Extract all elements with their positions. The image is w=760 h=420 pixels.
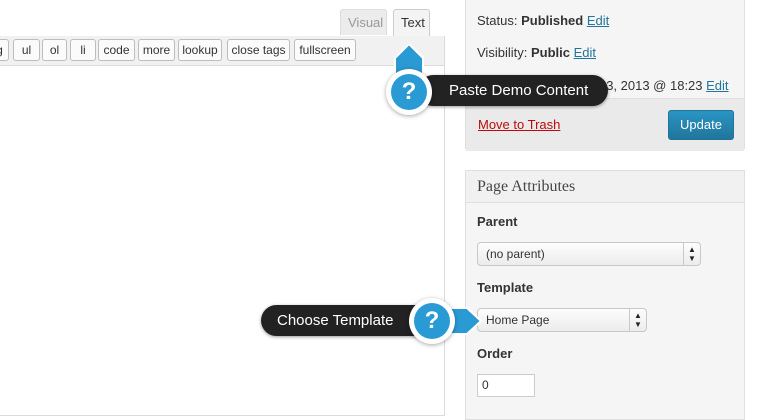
select-arrows-icon: ▲ ▼ — [629, 309, 646, 331]
order-input[interactable]: 0 — [477, 374, 535, 397]
edit-visibility-link[interactable]: Edit — [574, 45, 596, 60]
select-arrows-icon: ▲ ▼ — [683, 243, 700, 265]
update-button[interactable]: Update — [668, 110, 734, 140]
template-label: Template — [477, 280, 534, 295]
quicktag-lookup-button[interactable]: lookup — [178, 39, 222, 61]
tab-visual[interactable]: Visual — [340, 9, 387, 35]
quicktag-ul-button[interactable]: ul — [13, 39, 40, 61]
status-label: Status: — [477, 13, 518, 28]
template-select-value: Home Page — [486, 313, 550, 327]
paste-demo-label: Paste Demo Content — [449, 82, 589, 99]
edit-date-link[interactable]: Edit — [706, 78, 728, 93]
page-attributes-box: Page Attributes Parent (no parent) ▲ ▼ Te… — [465, 170, 745, 420]
question-mark-icon: ? — [414, 303, 450, 339]
template-select[interactable]: Home Page ▲ ▼ — [477, 308, 647, 332]
status-value: Published — [521, 13, 584, 28]
page-attributes-title: Page Attributes — [466, 171, 744, 203]
paste-demo-tooltip[interactable]: Paste Demo Content — [418, 75, 608, 106]
choose-template-label: Choose Template — [277, 312, 394, 329]
visibility-label: Visibility: — [477, 45, 528, 60]
edit-status-link[interactable]: Edit — [587, 13, 609, 28]
quicktag-ol-button[interactable]: ol — [42, 39, 67, 61]
quicktags-toolbar: g ul ol li code more lookup close tags f… — [0, 36, 444, 66]
help-icon[interactable]: ? — [409, 298, 455, 344]
editor-content-area[interactable] — [0, 36, 445, 416]
parent-select[interactable]: (no parent) ▲ ▼ — [477, 242, 701, 266]
status-row: Status: Published Edit — [477, 13, 609, 28]
visibility-value: Public — [530, 45, 570, 60]
visibility-row: Visibility: Public Edit — [477, 45, 596, 60]
parent-select-value: (no parent) — [486, 247, 545, 261]
question-mark-icon: ? — [391, 74, 427, 110]
quicktag-li-button[interactable]: li — [70, 39, 96, 61]
tab-text[interactable]: Text — [393, 9, 430, 37]
order-label: Order — [477, 346, 513, 361]
help-icon[interactable]: ? — [386, 69, 432, 115]
quicktag-more-button[interactable]: more — [138, 39, 175, 61]
quicktag-code-button[interactable]: code — [98, 39, 135, 61]
quicktag-fullscreen-button[interactable]: fullscreen — [294, 39, 356, 61]
quicktag-close-tags-button[interactable]: close tags — [227, 39, 290, 61]
move-to-trash-link[interactable]: Move to Trash — [478, 117, 560, 132]
parent-label: Parent — [477, 214, 518, 229]
quicktag-img-button[interactable]: g — [0, 39, 9, 61]
